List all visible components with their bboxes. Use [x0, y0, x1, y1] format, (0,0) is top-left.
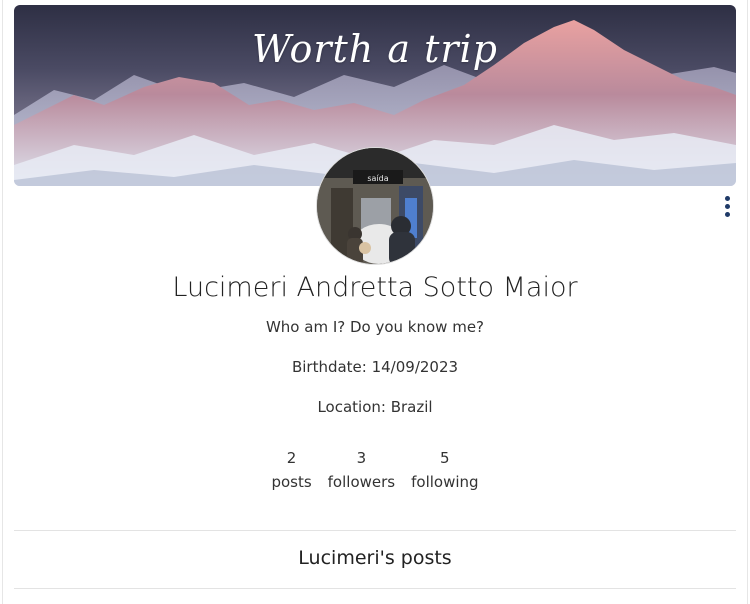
profile-bio: Who am I? Do you know me? [265, 318, 485, 336]
stat-following-count: 5 [440, 449, 450, 467]
stat-following-label: following [411, 473, 479, 491]
profile-birthdate: Birthdate: 14/09/2023 [291, 358, 459, 376]
profile-stats: 2 posts 3 followers 5 following [0, 446, 750, 494]
avatar-photo: saída [317, 148, 433, 264]
stat-followers-count: 3 [356, 449, 367, 467]
more-options-button[interactable] [718, 192, 736, 220]
profile-location: Location: Brazil [317, 398, 433, 416]
divider [14, 530, 736, 531]
posts-section-title: Lucimeri's posts [298, 547, 452, 569]
avatar-sign-text: saída [367, 174, 388, 183]
stat-following[interactable]: 5 following [411, 446, 478, 494]
stat-followers-label: followers [327, 473, 396, 491]
avatar[interactable]: saída [316, 147, 434, 265]
profile-name: Lucimeri Andretta Sotto Maior [172, 272, 578, 303]
cover-title: Worth a trip [252, 27, 498, 71]
stat-posts-count: 2 [286, 449, 297, 467]
more-vertical-icon [724, 195, 730, 201]
divider [14, 588, 736, 589]
stat-followers[interactable]: 3 followers [328, 446, 395, 494]
stat-posts[interactable]: 2 posts [271, 446, 311, 494]
stat-posts-label: posts [271, 473, 312, 491]
